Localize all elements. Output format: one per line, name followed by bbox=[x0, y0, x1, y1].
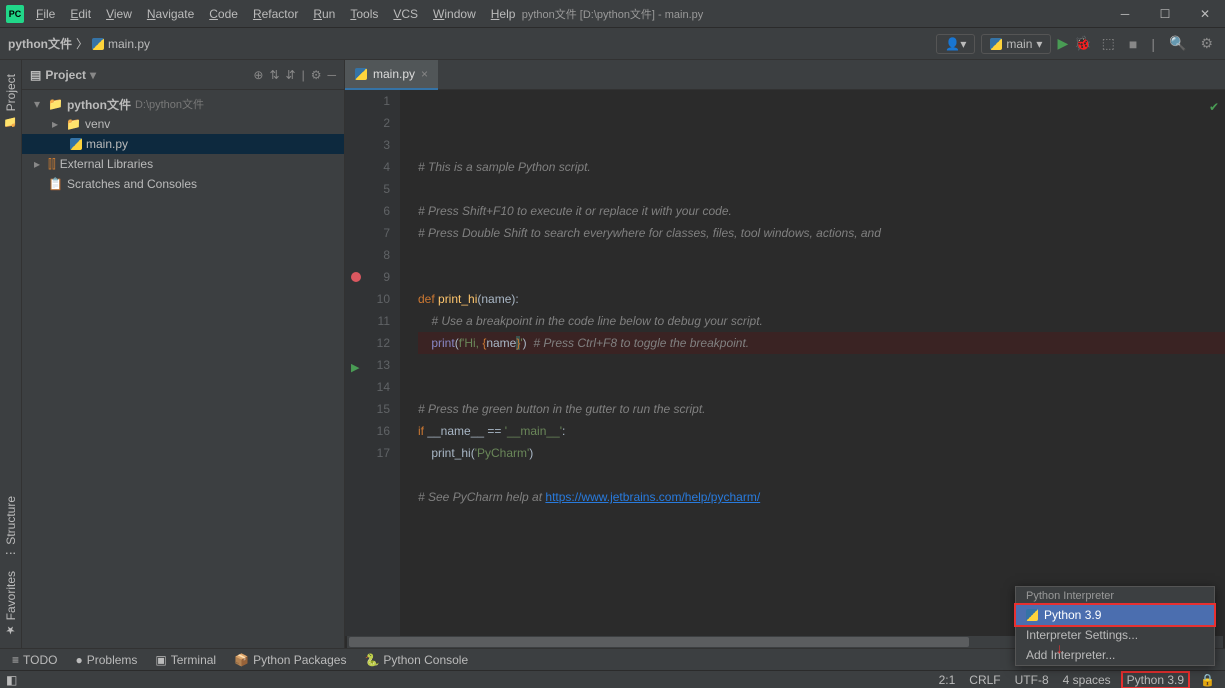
status-bar: ◧ 2:1 CRLF UTF-8 4 spaces Python 3.9 🔒 bbox=[0, 670, 1225, 688]
expand-all-button[interactable]: ⇅ bbox=[269, 68, 279, 82]
bottom-tool-terminal[interactable]: ▣Terminal bbox=[155, 653, 216, 667]
code-line[interactable] bbox=[418, 178, 1225, 200]
tree-scratches[interactable]: 📋 Scratches and Consoles bbox=[22, 174, 344, 194]
project-panel-title[interactable]: ▤Project▾ bbox=[30, 68, 96, 82]
indent-setting[interactable]: 4 spaces bbox=[1063, 673, 1111, 687]
inspections-ok-icon[interactable]: ✔ bbox=[1209, 96, 1219, 118]
collapse-all-button[interactable]: ⇵ bbox=[286, 68, 296, 82]
menu-refactor[interactable]: Refactor bbox=[247, 5, 304, 23]
code-line[interactable] bbox=[418, 244, 1225, 266]
bottom-tool-problems[interactable]: ●Problems bbox=[75, 653, 137, 667]
close-tab-button[interactable]: × bbox=[421, 67, 428, 81]
code-line[interactable] bbox=[418, 508, 1225, 530]
menu-edit[interactable]: Edit bbox=[64, 5, 97, 23]
tree-external-libraries[interactable]: ▸⫿⫿ External Libraries bbox=[22, 154, 344, 174]
navigation-bar: python文件 〉 main.py 👤▾ main▾ ▶ 🐞 ⬚ ■ | 🔍 … bbox=[0, 28, 1225, 60]
main-menu: FileEditViewNavigateCodeRefactorRunTools… bbox=[30, 5, 521, 23]
popup-python39[interactable]: Python 3.9 bbox=[1014, 603, 1216, 627]
project-settings-button[interactable]: ⚙ bbox=[311, 68, 322, 82]
readonly-toggle[interactable]: 🔒 bbox=[1200, 673, 1215, 687]
code-line[interactable]: # Press Double Shift to search everywher… bbox=[418, 222, 1225, 244]
user-menu-button[interactable]: 👤▾ bbox=[936, 34, 975, 54]
close-button[interactable]: ✕ bbox=[1185, 0, 1225, 28]
annotation-arrow: ↓ bbox=[1056, 640, 1063, 656]
file-encoding[interactable]: UTF-8 bbox=[1015, 673, 1049, 687]
code-line[interactable]: # Press Shift+F10 to execute it or repla… bbox=[418, 200, 1225, 222]
code-line[interactable] bbox=[418, 354, 1225, 376]
debug-button[interactable]: 🐞 bbox=[1074, 35, 1091, 52]
divider: | bbox=[1147, 36, 1159, 52]
coverage-button[interactable]: ⬚ bbox=[1098, 35, 1119, 52]
menu-run[interactable]: Run bbox=[307, 5, 341, 23]
breadcrumb[interactable]: python文件 〉 main.py bbox=[8, 35, 150, 52]
run-gutter-icon[interactable]: ▶ bbox=[351, 357, 359, 379]
tree-project-root[interactable]: ▾📁 python文件 D:\python文件 bbox=[22, 94, 344, 114]
code-line[interactable]: print_hi('PyCharm') bbox=[418, 442, 1225, 464]
editor-tab-main[interactable]: main.py × bbox=[345, 60, 438, 90]
python-icon bbox=[1026, 609, 1038, 621]
code-line[interactable] bbox=[418, 266, 1225, 288]
locate-file-button[interactable]: ⊕ bbox=[253, 68, 263, 82]
window-title: python文件 [D:\python文件] - main.py bbox=[522, 6, 704, 22]
run-button[interactable]: ▶ bbox=[1057, 35, 1068, 52]
hide-panel-button[interactable]: ─ bbox=[327, 68, 336, 82]
maximize-button[interactable]: ☐ bbox=[1145, 0, 1185, 28]
code-line[interactable]: # This is a sample Python script. bbox=[418, 156, 1225, 178]
code-line[interactable]: # Press the green button in the gutter t… bbox=[418, 398, 1225, 420]
status-bar-toggle[interactable]: ◧ bbox=[6, 673, 17, 687]
code-area[interactable]: ✔ # This is a sample Python script. # Pre… bbox=[400, 90, 1225, 636]
code-line[interactable] bbox=[418, 376, 1225, 398]
bottom-tool-python-packages[interactable]: 📦Python Packages bbox=[234, 653, 346, 667]
editor-tab-bar: main.py × bbox=[345, 60, 1225, 90]
menu-file[interactable]: File bbox=[30, 5, 61, 23]
python-file-icon bbox=[92, 38, 104, 50]
project-tool-tab[interactable]: 📁 Project bbox=[4, 68, 18, 134]
editor: main.py × ▶ 1234567891011121314151617 ✔ … bbox=[345, 60, 1225, 650]
popup-interpreter-settings[interactable]: Interpreter Settings... bbox=[1016, 625, 1214, 645]
code-line[interactable]: def print_hi(name): bbox=[418, 288, 1225, 310]
editor-gutter[interactable]: ▶ 1234567891011121314151617 bbox=[345, 90, 400, 636]
settings-button[interactable]: ⚙ bbox=[1196, 35, 1217, 52]
code-line[interactable]: # Use a breakpoint in the code line belo… bbox=[418, 310, 1225, 332]
project-tree: ▾📁 python文件 D:\python文件 ▸📁 venv main.py … bbox=[22, 90, 344, 198]
menu-vcs[interactable]: VCS bbox=[387, 5, 424, 23]
python-file-icon bbox=[70, 138, 82, 150]
code-line[interactable]: if __name__ == '__main__': bbox=[418, 420, 1225, 442]
python-interpreter-status[interactable]: Python 3.9 bbox=[1121, 671, 1190, 688]
bottom-tool-python-console[interactable]: 🐍Python Console bbox=[364, 653, 468, 667]
pycharm-logo-icon: PC bbox=[6, 5, 24, 23]
line-separator[interactable]: CRLF bbox=[969, 673, 1000, 687]
interpreter-popup: Python Interpreter Python 3.9 Interprete… bbox=[1015, 586, 1215, 666]
minimize-button[interactable]: ─ bbox=[1105, 0, 1145, 28]
search-button[interactable]: 🔍 bbox=[1165, 35, 1190, 52]
stop-button[interactable]: ■ bbox=[1125, 36, 1141, 52]
tree-main-py[interactable]: main.py bbox=[22, 134, 344, 154]
python-icon bbox=[990, 38, 1002, 50]
popup-add-interpreter[interactable]: Add Interpreter... bbox=[1016, 645, 1214, 665]
python-file-icon bbox=[355, 68, 367, 80]
run-config-select[interactable]: main▾ bbox=[981, 34, 1051, 54]
title-bar: PC FileEditViewNavigateCodeRefactorRunTo… bbox=[0, 0, 1225, 28]
scrollbar-thumb[interactable] bbox=[349, 637, 969, 647]
cursor-position[interactable]: 2:1 bbox=[939, 673, 956, 687]
menu-navigate[interactable]: Navigate bbox=[141, 5, 200, 23]
menu-help[interactable]: Help bbox=[485, 5, 522, 23]
bottom-tool-todo[interactable]: ≡TODO bbox=[12, 653, 57, 667]
left-tool-stripe: 📁 Project ⋮ Structure ★ Favorites bbox=[0, 60, 22, 650]
tree-venv-folder[interactable]: ▸📁 venv bbox=[22, 114, 344, 134]
menu-view[interactable]: View bbox=[100, 5, 138, 23]
code-line[interactable] bbox=[418, 464, 1225, 486]
menu-code[interactable]: Code bbox=[203, 5, 244, 23]
breakpoint-icon[interactable] bbox=[351, 272, 361, 282]
project-panel: ▤Project▾ ⊕ ⇅ ⇵ | ⚙ ─ ▾📁 python文件 D:\pyt… bbox=[22, 60, 345, 650]
code-line[interactable]: # See PyCharm help at https://www.jetbra… bbox=[418, 486, 1225, 508]
menu-window[interactable]: Window bbox=[427, 5, 482, 23]
structure-tool-tab[interactable]: ⋮ Structure bbox=[4, 490, 18, 565]
code-line[interactable]: print(f'Hi, {name}') # Press Ctrl+F8 to … bbox=[418, 332, 1225, 354]
menu-tools[interactable]: Tools bbox=[344, 5, 384, 23]
favorites-tool-tab[interactable]: ★ Favorites bbox=[4, 565, 18, 642]
